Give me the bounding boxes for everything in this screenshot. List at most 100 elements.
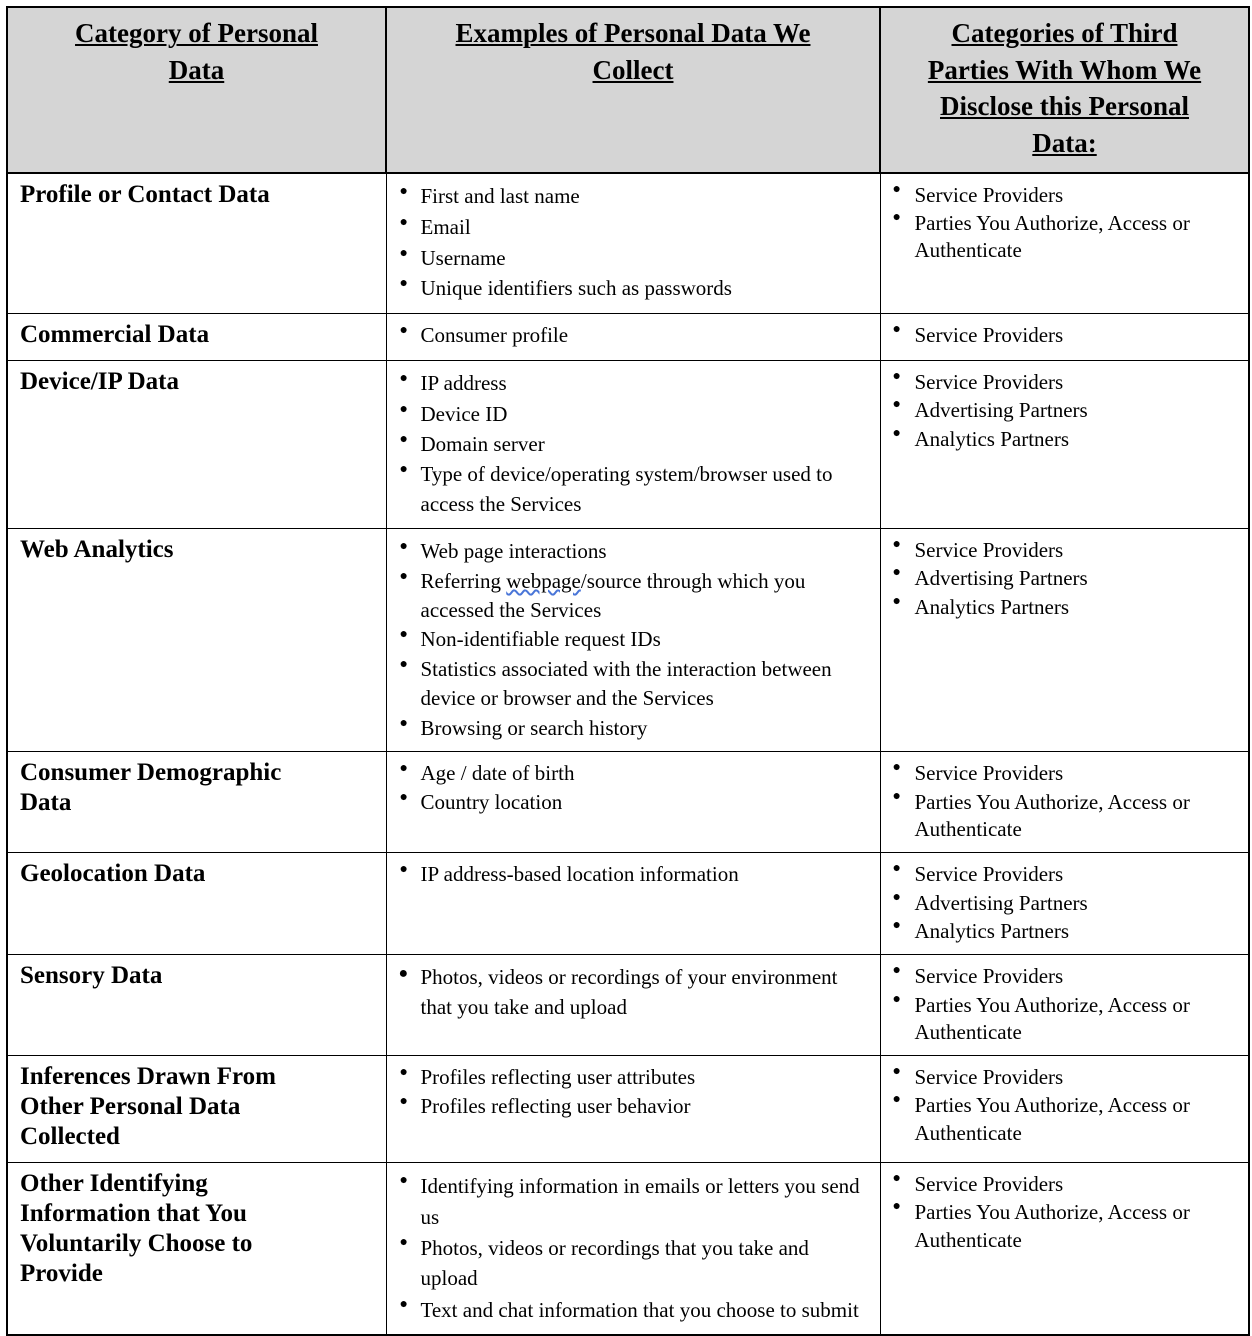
examples-list: Age / date of birthCountry location xyxy=(397,760,870,817)
category-cell: Web Analytics xyxy=(6,528,387,753)
category-label-line: Other Identifying xyxy=(20,1170,208,1198)
third-parties-cell: Service ProvidersParties You Authorize, … xyxy=(879,751,1250,854)
list-item: Parties You Authorize, Access or Authent… xyxy=(891,209,1239,265)
list-item: Advertising Partners xyxy=(891,396,1239,424)
category-cell: Device/IP Data xyxy=(6,360,387,530)
category-label-line: Other Personal Data xyxy=(20,1093,241,1121)
examples-list: Web page interactionsReferring webpage/s… xyxy=(397,537,870,742)
list-item: Service Providers xyxy=(891,321,1239,349)
third-parties-list: Service ProvidersParties You Authorize, … xyxy=(891,1063,1239,1147)
list-item: IP address-based location information xyxy=(397,861,870,889)
category-cell: Profile or Contact Data xyxy=(6,172,387,315)
third-parties-list: Service ProvidersAdvertising PartnersAna… xyxy=(891,368,1239,453)
category-label-line: Consumer Demographic xyxy=(20,759,282,787)
third-parties-list: Service ProvidersParties You Authorize, … xyxy=(891,181,1239,265)
examples-list: IP address-based location information xyxy=(397,861,870,889)
column-header-1: Category of Personal Data xyxy=(6,6,387,174)
list-item: Referring webpage/source through which y… xyxy=(397,567,870,625)
column-header-line: Collect xyxy=(592,54,674,85)
table-row: Sensory Data Photos, videos or recordings… xyxy=(6,954,1250,1057)
list-item: Type of device/operating system/browser … xyxy=(397,460,870,519)
table-row: Other Identifying Information that You Vol… xyxy=(6,1162,1250,1336)
list-item: Identifying information in emails or let… xyxy=(397,1171,870,1232)
third-parties-cell: Service Providers xyxy=(879,313,1250,362)
examples-list: Photos, videos or recordings of your env… xyxy=(397,963,870,1022)
list-item: Consumer profile xyxy=(397,322,870,350)
list-item: Service Providers xyxy=(891,368,1239,396)
list-item: Analytics Partners xyxy=(891,593,1239,621)
list-item: Non-identifiable request IDs xyxy=(397,625,870,654)
document-page: Category of Personal Data Examples of Pers… xyxy=(0,0,1252,1336)
examples-list: Profiles reflecting user attributesProfi… xyxy=(397,1064,870,1121)
list-item: Parties You Authorize, Access or Authent… xyxy=(891,1198,1239,1254)
list-item: Service Providers xyxy=(891,962,1239,990)
list-item: Web page interactions xyxy=(397,537,870,566)
list-item: Device ID xyxy=(397,400,870,429)
list-item: Parties You Authorize, Access or Authent… xyxy=(891,788,1239,844)
examples-cell: First and last nameEmailUsernameUnique i… xyxy=(385,172,881,315)
column-header-line: Examples of Personal Data We xyxy=(455,18,811,48)
examples-cell: Age / date of birthCountry location xyxy=(385,751,881,854)
list-item: Analytics Partners xyxy=(891,917,1239,945)
examples-list: First and last nameEmailUsernameUnique i… xyxy=(397,182,870,304)
category-label-line: Profile or Contact Data xyxy=(20,180,270,208)
category-cell: Inferences Drawn From Other Personal Data… xyxy=(6,1055,387,1164)
list-item: Username xyxy=(397,244,870,274)
table-row: Device/IP Data IP addressDevice IDDomain … xyxy=(6,360,1250,530)
table-row: Profile or Contact Data First and last na… xyxy=(6,172,1250,315)
column-header-line: Data: xyxy=(1032,128,1097,159)
third-parties-list: Service ProvidersParties You Authorize, … xyxy=(891,1170,1239,1254)
category-label-line: Geolocation Data xyxy=(20,860,206,888)
category-cell: Geolocation Data xyxy=(6,852,387,956)
column-header-line: Disclose this Personal xyxy=(940,91,1189,122)
list-item: Text and chat information that you choos… xyxy=(397,1295,870,1325)
category-cell: Other Identifying Information that You Vol… xyxy=(6,1162,387,1336)
table-row: Commercial Data Consumer profile Service P… xyxy=(6,313,1250,362)
examples-cell: Identifying information in emails or let… xyxy=(385,1162,881,1336)
column-header-line: Data xyxy=(168,54,225,85)
column-header-line: Parties With Whom We xyxy=(927,54,1202,85)
category-cell: Consumer Demographic Data xyxy=(6,751,387,854)
examples-list: IP addressDevice IDDomain serverType of … xyxy=(397,369,870,519)
third-parties-list: Service ProvidersAdvertising PartnersAna… xyxy=(891,860,1239,945)
personal-data-table: Category of Personal Data Examples of Pers… xyxy=(6,6,1250,1336)
list-item: Advertising Partners xyxy=(891,564,1239,592)
category-cell: Sensory Data xyxy=(6,954,387,1057)
third-parties-list: Service ProvidersParties You Authorize, … xyxy=(891,962,1239,1046)
list-item: Parties You Authorize, Access or Authent… xyxy=(891,1091,1239,1147)
list-item: Advertising Partners xyxy=(891,889,1239,917)
table-row: Web Analytics Web page interactionsReferr… xyxy=(6,528,1250,753)
list-item: Analytics Partners xyxy=(891,425,1239,453)
examples-cell: IP address-based location information xyxy=(385,852,881,956)
table-body: Profile or Contact Data First and last na… xyxy=(6,172,1250,1336)
list-item: Unique identifiers such as passwords xyxy=(397,274,870,304)
examples-cell: Photos, videos or recordings of your env… xyxy=(385,954,881,1057)
category-label-line: Data xyxy=(20,789,72,817)
list-item: Service Providers xyxy=(891,860,1239,888)
column-header-line: Category of Personal xyxy=(75,18,318,48)
category-label-line: Voluntarily Choose to xyxy=(20,1230,253,1258)
third-parties-cell: Service ProvidersParties You Authorize, … xyxy=(879,954,1250,1057)
column-header-2: Examples of Personal Data We Collect xyxy=(385,6,881,174)
list-item: Email xyxy=(397,213,870,243)
third-parties-cell: Service ProvidersAdvertising PartnersAna… xyxy=(879,528,1250,753)
third-parties-list: Service Providers xyxy=(891,321,1239,349)
spellcheck-flagged-word: webpage xyxy=(506,568,581,593)
category-cell: Commercial Data xyxy=(6,313,387,362)
third-parties-list: Service ProvidersParties You Authorize, … xyxy=(891,759,1239,844)
list-item: Domain server xyxy=(397,430,870,459)
list-item: Browsing or search history xyxy=(397,714,870,743)
third-parties-cell: Service ProvidersParties You Authorize, … xyxy=(879,1055,1250,1164)
list-item: Service Providers xyxy=(891,536,1239,564)
third-parties-cell: Service ProvidersAdvertising PartnersAna… xyxy=(879,360,1250,530)
column-header-3: Categories of Third Parties With Whom We D… xyxy=(879,6,1250,174)
column-header-line: Categories of Third xyxy=(951,18,1178,48)
list-item: Photos, videos or recordings of your env… xyxy=(397,963,870,1022)
list-item: Service Providers xyxy=(891,181,1239,209)
examples-cell: Consumer profile xyxy=(385,313,881,362)
list-item: Service Providers xyxy=(891,1170,1239,1198)
examples-cell: Profiles reflecting user attributesProfi… xyxy=(385,1055,881,1164)
list-item: Profiles reflecting user behavior xyxy=(397,1093,870,1121)
list-item: Service Providers xyxy=(891,759,1239,787)
third-parties-list: Service ProvidersAdvertising PartnersAna… xyxy=(891,536,1239,621)
